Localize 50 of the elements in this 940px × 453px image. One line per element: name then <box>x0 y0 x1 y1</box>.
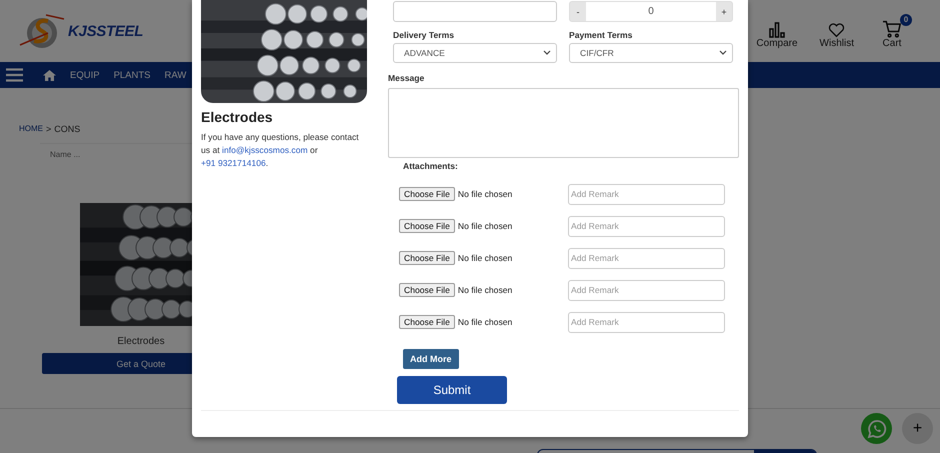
choose-file-button[interactable]: Choose File <box>399 251 455 265</box>
remark-field[interactable]: Add Remark <box>568 248 725 268</box>
breadcrumb-current: CONS <box>54 124 80 134</box>
remark-field[interactable]: Add Remark <box>568 216 725 236</box>
submit-button[interactable]: Submit <box>397 376 507 404</box>
cart-link[interactable]: 0 Cart <box>876 14 912 48</box>
chevron-down-icon <box>719 50 727 56</box>
chat-bubble-icon <box>866 418 886 438</box>
message-field[interactable] <box>388 88 739 158</box>
email-link[interactable]: info@kjsscosmos.com <box>222 145 308 155</box>
compare-link[interactable]: Compare <box>756 16 802 48</box>
file-status: No file chosen <box>458 189 512 199</box>
heart-icon <box>828 22 846 38</box>
field-label: Payment Terms <box>569 30 634 40</box>
file-status: No file chosen <box>458 253 512 263</box>
add-button[interactable]: + <box>902 413 933 444</box>
field-label: Message <box>388 73 426 83</box>
file-status: No file chosen <box>458 285 512 295</box>
file-status: No file chosen <box>458 221 512 231</box>
add-more-button[interactable]: Add More <box>403 349 458 369</box>
phone-link[interactable]: +91 9321714106 <box>201 158 266 168</box>
remark-field[interactable]: Add Remark <box>568 280 725 300</box>
remark-field[interactable]: Add Remark <box>568 184 725 204</box>
terms-select[interactable]: CIF/CFR <box>569 43 733 63</box>
cart-icon <box>882 20 902 38</box>
remark-field[interactable]: Add Remark <box>568 312 725 332</box>
cart-count-badge: 0 <box>900 14 912 26</box>
terms-select[interactable]: ADVANCE <box>393 43 557 63</box>
product-title: Electrodes <box>201 109 274 125</box>
breadcrumb-link[interactable]: HOME <box>19 124 43 134</box>
choose-file-button[interactable]: Choose File <box>399 219 455 233</box>
chevron-down-icon <box>543 50 551 56</box>
logo-text: KJSSTEEL <box>68 22 144 40</box>
field-label: Delivery Terms <box>393 30 455 40</box>
choose-file-button[interactable]: Choose File <box>399 315 455 329</box>
text-field[interactable] <box>393 1 557 22</box>
bar-chart-icon <box>768 22 786 38</box>
menu-icon[interactable] <box>6 68 23 82</box>
nav-link[interactable]: PLANTS <box>114 70 151 80</box>
breadcrumb-separator: > <box>46 124 52 134</box>
wishlist-link[interactable]: Wishlist <box>820 16 858 48</box>
product-name: Electrodes <box>117 336 165 347</box>
field-label: Attachments: <box>403 161 459 171</box>
nav-link[interactable]: RAW <box>164 70 186 80</box>
file-status: No file chosen <box>458 317 512 327</box>
nav-link[interactable]: EQUIP <box>70 70 100 80</box>
choose-file-button[interactable]: Choose File <box>399 283 455 297</box>
home-icon[interactable] <box>43 70 56 80</box>
contact-text: If you have any questions, please contact us at info@kjsscosmos.com or +91 9321714106. <box>201 131 360 170</box>
choose-file-button[interactable]: Choose File <box>399 187 455 201</box>
